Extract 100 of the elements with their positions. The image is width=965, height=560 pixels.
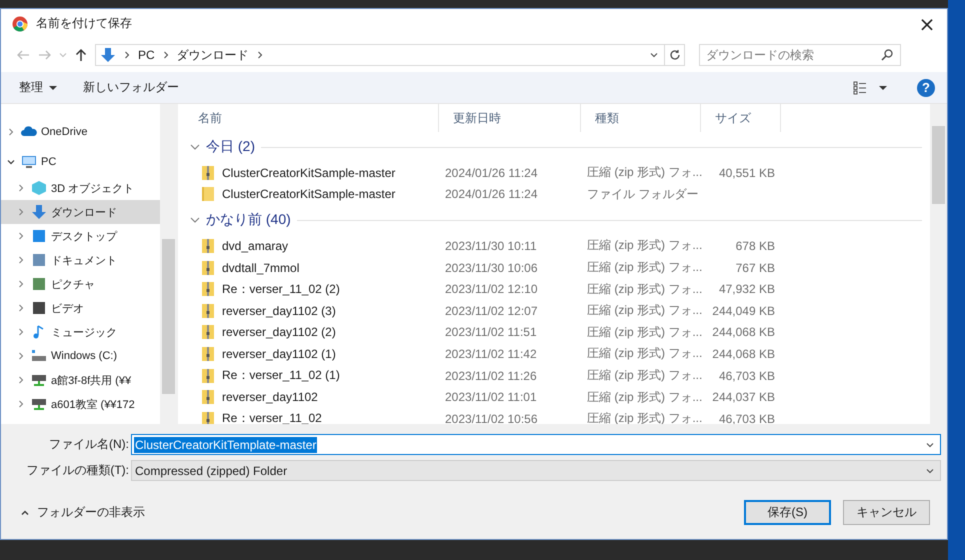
modified-date: 2023/11/02 10:56: [444, 412, 539, 424]
zip-folder-icon: [200, 389, 216, 406]
pc-icon: [21, 154, 37, 170]
drive-icon: [31, 348, 47, 364]
cube-icon: [31, 180, 47, 196]
file-name[interactable]: reverser_day1102 (3): [222, 304, 336, 318]
tree-item[interactable]: ミュージック: [1, 320, 160, 344]
zip-folder-icon: [200, 260, 216, 276]
organize-button[interactable]: 整理: [15, 77, 61, 98]
zip-folder-icon: [200, 346, 216, 362]
chevron-icon[interactable]: [256, 51, 264, 59]
tree-item[interactable]: デスクトップ: [1, 224, 160, 248]
file-type: 圧縮 (zip 形式) フォ...: [586, 367, 701, 384]
file-size: 244,049 KB: [711, 304, 776, 318]
browser-logo-icon: [12, 16, 28, 32]
file-name[interactable]: reverser_day1102 (2): [222, 325, 336, 340]
breadcrumb-item[interactable]: PC: [138, 48, 155, 62]
up-arrow-icon[interactable]: [73, 47, 89, 63]
new-folder-button[interactable]: 新しいフォルダー: [79, 77, 183, 98]
file-type: 圧縮 (zip 形式) フォ...: [586, 237, 701, 254]
desktop-icon: [31, 228, 47, 244]
file-size: 40,551 KB: [718, 166, 776, 180]
file-type: 圧縮 (zip 形式) フォ...: [586, 259, 701, 276]
file-name[interactable]: reverser_day1102 (1): [222, 346, 336, 361]
tree-item[interactable]: a601教室 (¥¥172: [1, 392, 160, 416]
dropdown-caret-icon[interactable]: [926, 440, 934, 448]
tree-item[interactable]: ビデオ: [1, 296, 160, 320]
search-field[interactable]: ダウンロードの検索: [699, 44, 901, 66]
column-header[interactable]: 更新日時: [439, 104, 581, 132]
tree-item[interactable]: a館3f-8f共用 (¥¥: [1, 368, 160, 392]
folder-icon: [200, 186, 216, 202]
file-name-label: ファイル名(N):: [48, 436, 129, 453]
sidebar-scrollbar[interactable]: [160, 104, 177, 424]
file-name[interactable]: Re：verser_11_02 (1): [222, 367, 340, 384]
refresh-icon: [668, 49, 680, 61]
tree-item[interactable]: ドキュメント: [1, 248, 160, 272]
file-type: 圧縮 (zip 形式) フォ...: [586, 345, 701, 362]
caret-icon: [49, 84, 57, 92]
close-button[interactable]: ×: [907, 9, 947, 38]
network-icon: [31, 372, 47, 388]
cancel-button[interactable]: キャンセル: [843, 500, 930, 525]
file-size: 678 KB: [734, 238, 776, 253]
column-header[interactable]: 種類: [581, 104, 701, 132]
dropdown-caret-icon[interactable]: [650, 51, 658, 59]
file-size: 244,068 KB: [711, 346, 776, 361]
tree-item[interactable]: ダウンロード: [1, 200, 160, 224]
file-name[interactable]: dvd_amaray: [222, 238, 288, 253]
address-bar[interactable]: PC ダウンロード: [95, 44, 665, 66]
file-name[interactable]: ClusterCreatorKitSample-master: [222, 166, 396, 180]
window-title: 名前を付けて保存: [36, 15, 132, 32]
modified-date: 2023/11/02 11:26: [444, 368, 538, 383]
file-type: 圧縮 (zip 形式) フォ...: [586, 302, 701, 320]
breadcrumb-item[interactable]: ダウンロード: [176, 46, 249, 64]
chevron-icon[interactable]: [123, 51, 131, 59]
zip-folder-icon: [200, 368, 216, 384]
tree-item[interactable]: OneDrive: [1, 120, 160, 144]
file-type: 圧縮 (zip 形式) フォ...: [586, 324, 701, 341]
view-options-icon[interactable]: [853, 80, 889, 94]
zip-folder-icon: [200, 164, 216, 181]
download-icon: [31, 204, 47, 220]
file-size: 244,068 KB: [711, 325, 776, 340]
save-button[interactable]: 保存(S): [744, 500, 831, 525]
tree-item[interactable]: PC: [1, 150, 160, 174]
tree-item[interactable]: Windows (C:): [1, 344, 160, 368]
hide-folders-button[interactable]: フォルダーの非表示: [15, 503, 151, 522]
zip-folder-icon: [200, 281, 216, 298]
file-name[interactable]: Re：verser_11_02 (2): [222, 280, 340, 298]
search-icon: [881, 49, 893, 61]
file-type-dropdown[interactable]: Compressed (zipped) Folder: [131, 460, 941, 481]
expander-icon[interactable]: [7, 158, 15, 166]
tree-item[interactable]: ピクチャ: [1, 272, 160, 296]
file-name-field[interactable]: ClusterCreatorKitTemplate-master: [131, 434, 941, 455]
collapse-chevron-icon[interactable]: [190, 215, 200, 226]
file-list-scrollbar[interactable]: [930, 104, 947, 424]
dropdown-caret-icon: [926, 466, 934, 474]
tree-item[interactable]: 3D オブジェクト: [1, 176, 160, 200]
refresh-button[interactable]: [665, 44, 685, 66]
group-header[interactable]: かなり前 (40): [206, 211, 291, 230]
help-button[interactable]: ?: [917, 78, 935, 96]
modified-date: 2024/01/26 11:24: [444, 187, 539, 202]
modified-date: 2023/11/02 11:42: [444, 346, 538, 361]
column-header[interactable]: 名前: [184, 104, 439, 132]
collapse-chevron-icon[interactable]: [190, 142, 200, 152]
file-size: 244,037 KB: [711, 390, 776, 404]
modified-date: 2023/11/30 10:11: [444, 238, 538, 253]
file-name[interactable]: dvdtall_7mmol: [222, 260, 300, 275]
chevron-icon[interactable]: [162, 51, 170, 59]
file-name[interactable]: reverser_day1102: [222, 390, 318, 404]
zip-folder-icon: [200, 410, 216, 424]
file-type: 圧縮 (zip 形式) フォ...: [586, 164, 701, 182]
file-type: 圧縮 (zip 形式) フォ...: [586, 280, 701, 298]
chevron-up-icon: [21, 508, 29, 516]
modified-date: 2023/11/02 11:51: [444, 325, 538, 340]
file-name[interactable]: ClusterCreatorKitSample-master: [222, 187, 396, 202]
group-header[interactable]: 今日 (2): [206, 138, 255, 156]
zip-folder-icon: [200, 324, 216, 340]
zip-folder-icon: [200, 302, 216, 319]
column-header[interactable]: サイズ: [701, 104, 781, 132]
modified-date: 2023/11/02 12:07: [444, 304, 539, 318]
modified-date: 2024/01/26 11:24: [444, 166, 539, 180]
